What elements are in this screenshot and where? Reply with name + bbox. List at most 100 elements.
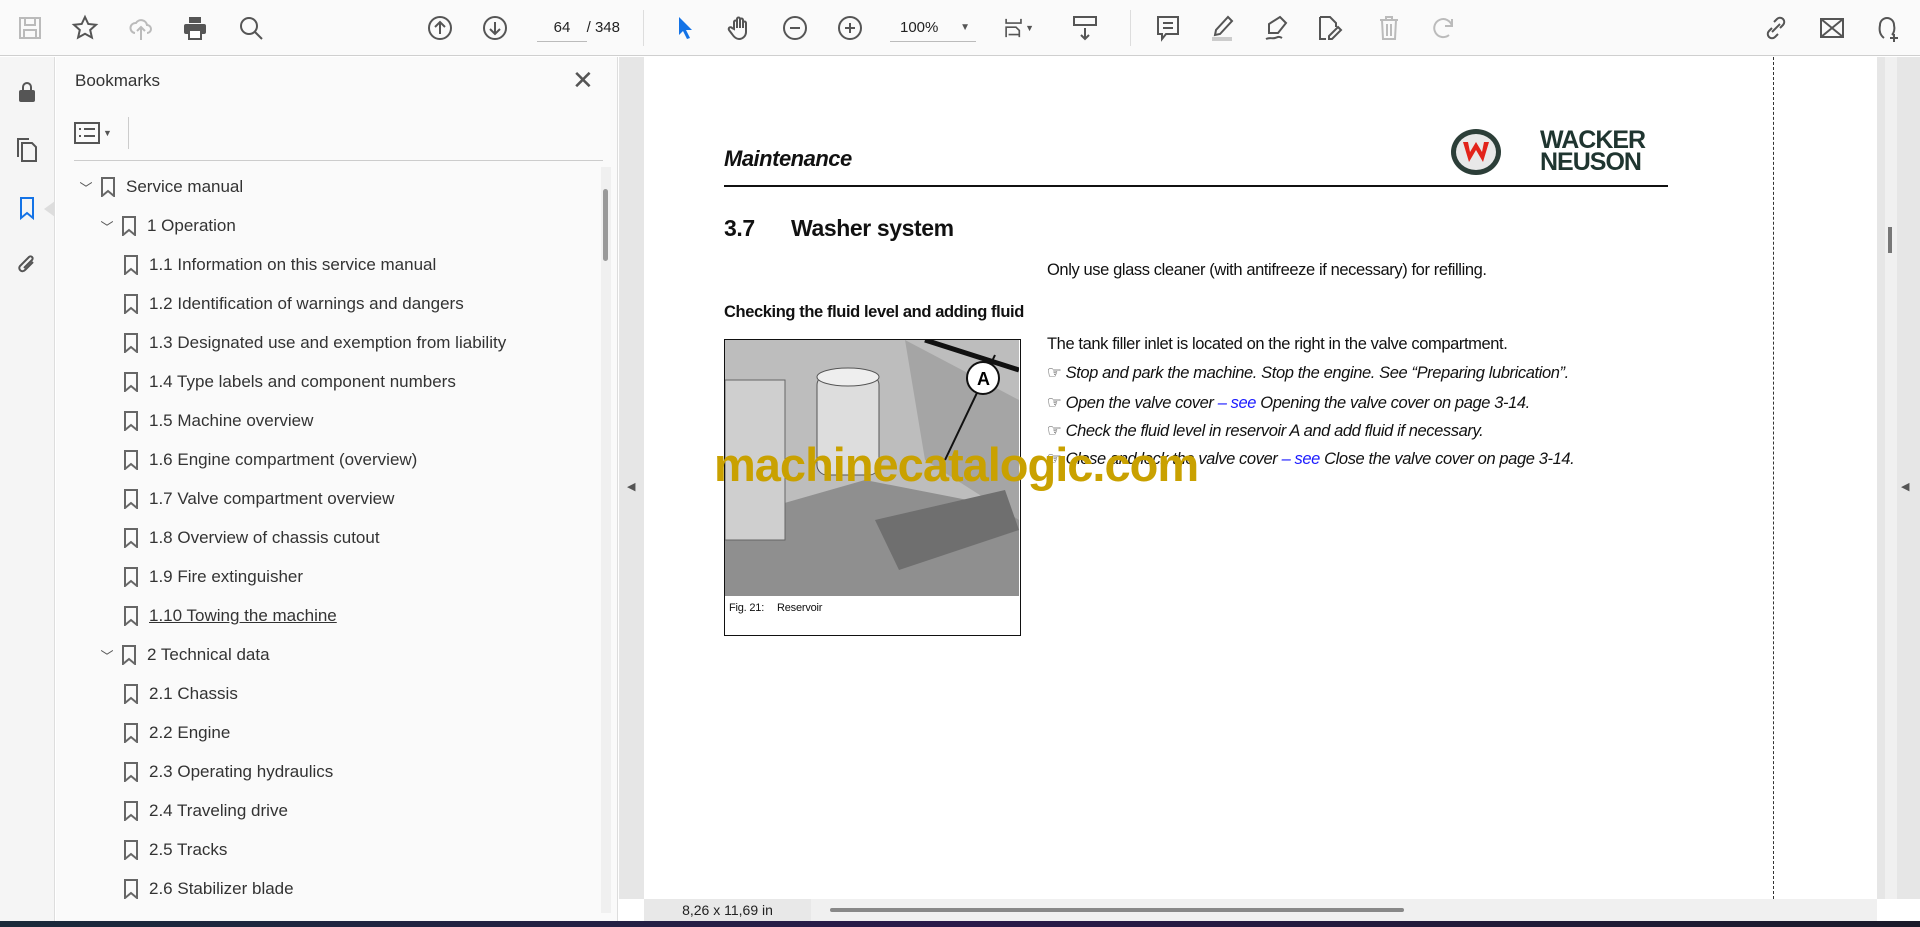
select-tool-button[interactable] [669, 12, 701, 44]
expand-right-panel-icon[interactable]: ◀ [1901, 480, 1909, 493]
watermark: machinecatalogic.com [714, 438, 1199, 491]
step-link[interactable]: – see [1218, 394, 1257, 412]
bookmark-item[interactable]: 1.10 Towing the machine [124, 602, 337, 630]
bookmark-item[interactable]: 2.5 Tracks [124, 836, 227, 864]
chevron-down-icon[interactable]: ﹀ [98, 646, 116, 665]
bookmark-item[interactable]: 1.6 Engine compartment (overview) [124, 446, 417, 474]
rotate-button[interactable] [1428, 12, 1460, 44]
security-button[interactable] [12, 77, 42, 107]
bookmark-label: 2.2 Engine [149, 723, 231, 742]
bookmark-item[interactable]: 2.3 Operating hydraulics [124, 758, 333, 786]
bookmark-star-button[interactable] [69, 12, 101, 44]
bookmark-item[interactable]: 2.2 Engine [124, 719, 230, 747]
bookmark-label: 1.6 Engine compartment (overview) [149, 450, 418, 469]
page-edge-line [1773, 57, 1774, 899]
bookmark-item[interactable]: ﹀ 1 Operation [98, 212, 236, 240]
bookmark-item[interactable]: 1.5 Machine overview [124, 407, 313, 435]
hand-tool-button[interactable] [724, 12, 756, 44]
bookmark-item[interactable]: 2.6 Stabilizer blade [124, 875, 294, 903]
wacker-neuson-logo-mark [1451, 129, 1501, 175]
add-user-button[interactable] [1872, 12, 1904, 44]
close-icon[interactable]: ✕ [572, 65, 594, 96]
bookmark-item[interactable]: 1.1 Information on this service manual [124, 251, 436, 279]
bookmark-item[interactable]: 1.9 Fire extinguisher [124, 563, 303, 591]
attachments-button[interactable] [12, 249, 42, 279]
bookmark-item[interactable]: 1.4 Type labels and component numbers [124, 368, 456, 396]
step-text: Stop and park the machine. Stop the engi… [1065, 364, 1570, 382]
bookmark-label: 1.1 Information on this service manual [149, 255, 437, 274]
step-reference: Opening the valve cover on page 3-14. [1260, 394, 1530, 412]
highlight-button[interactable] [1206, 12, 1238, 44]
divider [1130, 10, 1131, 46]
zoom-out-button[interactable] [779, 12, 811, 44]
bookmark-item[interactable]: 1.2 Identification of warnings and dange… [124, 290, 464, 318]
pdf-page: Maintenance WACKER NEUSON 3.7 Washer syst… [644, 57, 1877, 899]
next-page-button[interactable] [479, 12, 511, 44]
horizontal-scrollbar[interactable] [830, 908, 1404, 912]
bookmark-label: 2.3 Operating hydraulics [149, 762, 334, 781]
figure-caption: Reservoir [777, 602, 823, 614]
delete-button[interactable] [1373, 12, 1405, 44]
print-button[interactable] [179, 12, 211, 44]
step-text: Open the valve cover [1065, 394, 1214, 412]
pointing-hand-icon: ☞ [1047, 364, 1062, 382]
bookmark-icon [124, 762, 138, 782]
subheading: Checking the fluid level and adding flui… [724, 303, 1024, 321]
page-size: 8,26 x 11,69 in [644, 899, 811, 921]
bookmark-item[interactable]: ﹀ 2 Technical data [98, 641, 270, 669]
previous-page-button[interactable] [424, 12, 456, 44]
edit-pdf-button[interactable] [1314, 12, 1346, 44]
divider [74, 160, 603, 161]
zoom-select[interactable]: 100% ▼ [890, 16, 976, 42]
share-link-button[interactable] [1760, 12, 1792, 44]
navigation-rail [0, 57, 55, 921]
scroll-mode-icon [1073, 16, 1097, 41]
bookmark-item[interactable]: ﹀ Service manual [77, 173, 243, 201]
scrollbar-thumb[interactable] [603, 189, 608, 261]
bookmark-label: 2.6 Stabilizer blade [149, 879, 294, 898]
scroll-mode-button[interactable] [1069, 12, 1101, 44]
chevron-down-icon[interactable]: ﹀ [98, 217, 116, 236]
step-reference: Close the valve cover on page 3-14. [1324, 450, 1575, 468]
step-link[interactable]: – see [1282, 450, 1321, 468]
print-icon [184, 17, 206, 40]
zoom-in-button[interactable] [834, 12, 866, 44]
status-bar: 8,26 x 11,69 in [644, 899, 1877, 921]
note-text: Only use glass cleaner (with antifreeze … [1047, 261, 1487, 279]
bookmark-item[interactable]: 1.3 Designated use and exemption from li… [124, 329, 506, 357]
fit-page-button[interactable]: ▼ [1002, 12, 1034, 44]
bookmark-icon [124, 411, 138, 431]
bookmark-item[interactable]: 2.1 Chassis [124, 680, 238, 708]
find-button[interactable] [235, 12, 267, 44]
chevron-down-icon[interactable]: ﹀ [77, 178, 95, 197]
bookmark-label: 1.3 Designated use and exemption from li… [149, 333, 507, 352]
collapse-panel-icon[interactable]: ◀ [627, 480, 635, 493]
bookmark-icon [124, 840, 138, 860]
bookmark-icon [122, 645, 136, 665]
bookmark-label: 1.4 Type labels and component numbers [149, 372, 456, 391]
bookmark-item[interactable]: 2.4 Traveling drive [124, 797, 288, 825]
bookmark-icon [124, 567, 138, 587]
bookmark-icon [124, 489, 138, 509]
active-pointer [44, 201, 55, 217]
save-button[interactable] [14, 12, 46, 44]
scrollbar-thumb[interactable] [1888, 227, 1892, 253]
comment-button[interactable] [1152, 12, 1184, 44]
bookmark-icon [124, 879, 138, 899]
list-options-icon [74, 122, 100, 144]
bookmark-options-button[interactable]: ▼ [74, 119, 118, 147]
upload-button[interactable] [125, 12, 157, 44]
bookmark-item[interactable]: 1.7 Valve compartment overview [124, 485, 394, 513]
add-user-icon [1878, 17, 1898, 42]
panel-scrollbar[interactable] [601, 167, 611, 913]
sign-button[interactable] [1260, 12, 1292, 44]
bookmark-item[interactable]: 1.8 Overview of chassis cutout [124, 524, 380, 552]
bookmark-icon [20, 197, 34, 221]
bookmarks-button[interactable] [12, 193, 42, 223]
delete-icon [1380, 16, 1398, 40]
vertical-scrollbar[interactable] [1885, 57, 1897, 899]
toolbar: 64 / 348 100% ▼ ▼ [0, 0, 1920, 56]
page-thumbnails-button[interactable] [12, 135, 42, 165]
bookmark-icon [124, 606, 138, 626]
email-button[interactable] [1816, 12, 1848, 44]
